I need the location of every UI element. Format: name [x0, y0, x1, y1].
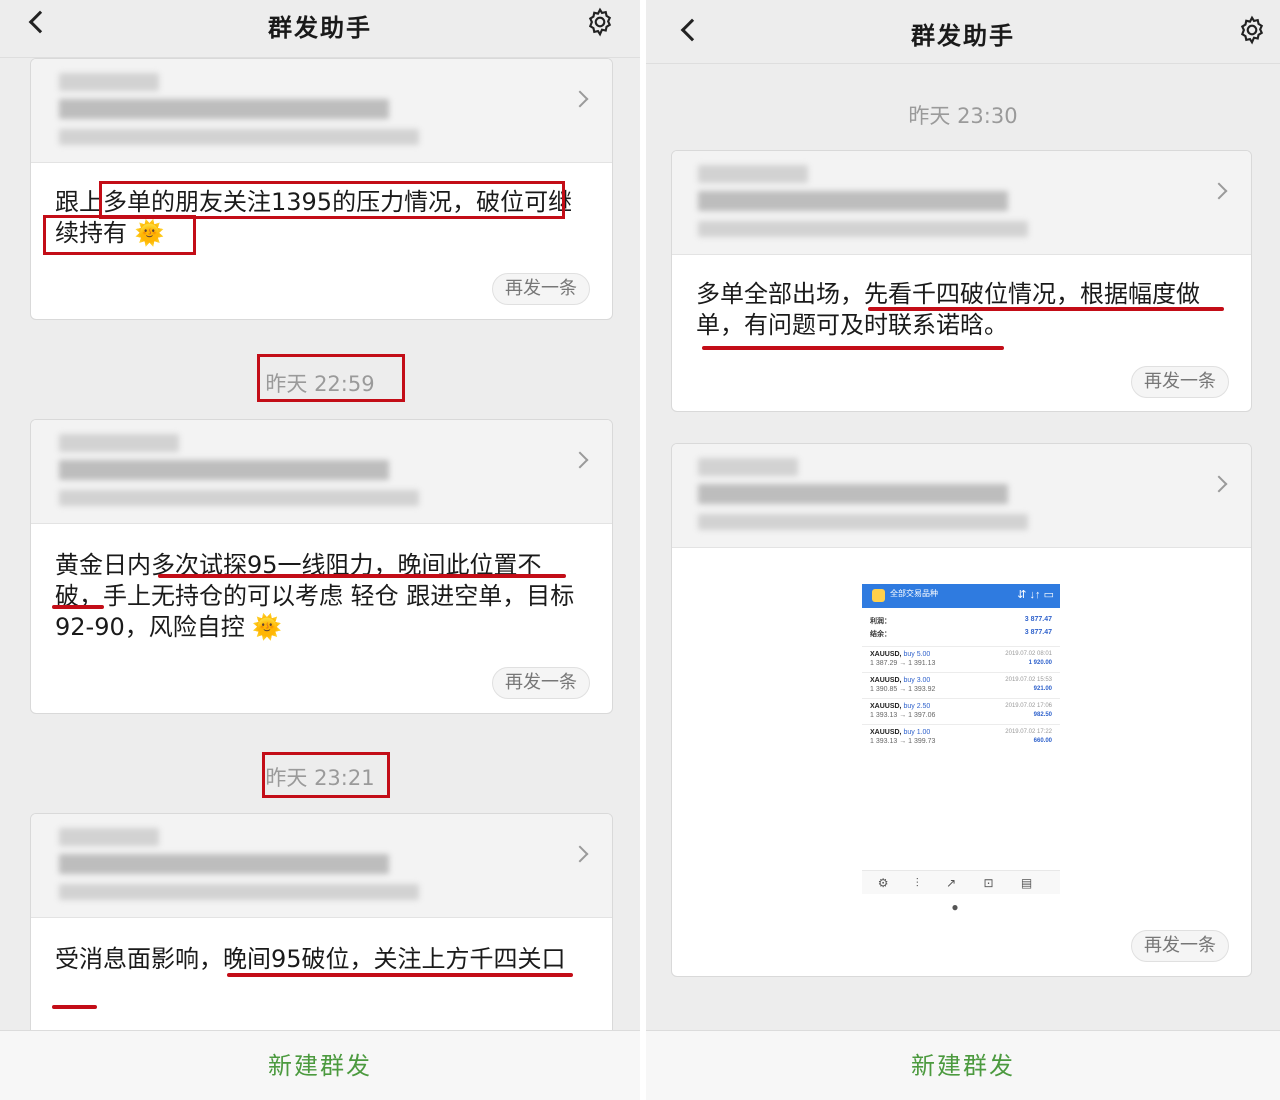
- message-card: 多单全部出场，先看千四破位情况，根据幅度做单，有问题可及时联系诺晗。 再发一条: [671, 150, 1252, 412]
- nav-header: 群发助手: [0, 0, 640, 58]
- chevron-right-icon: [1210, 182, 1228, 200]
- recipient-list-blurred[interactable]: [672, 444, 1251, 548]
- recipient-list-blurred[interactable]: [31, 814, 612, 918]
- equity-row: 结余： 3 877.47: [870, 629, 1052, 638]
- trade-row: XAUUSD, buy 2.50 1 393.13 → 1 397.06 201…: [862, 698, 1060, 724]
- gear-icon[interactable]: [584, 6, 616, 38]
- underline-mark: [52, 605, 104, 609]
- recipient-list-blurred[interactable]: [31, 59, 612, 163]
- screenshot-header-label: 全部交易品种: [890, 589, 938, 598]
- message-text: 黄金日内多次试探95一线阻力，晚间此位置不破，手上无持仓的可以考虑 轻仓 跟进空…: [55, 551, 575, 641]
- recipient-list-blurred[interactable]: [672, 151, 1251, 255]
- chevron-right-icon: [571, 451, 589, 469]
- message-text: 受消息面影响，晚间95破位，关注上方千四关口: [55, 945, 566, 973]
- screenshot-bottom-toolbar: ⚙ ⫶ ↗ ⊡ ▤ ●: [862, 870, 1060, 914]
- resend-button[interactable]: 再发一条: [492, 273, 590, 305]
- underline-mark: [158, 574, 566, 578]
- chevron-right-icon: [571, 90, 589, 108]
- profit-row: 利润： 3 877.47: [870, 616, 1052, 625]
- message-card: 黄金日内多次试探95一线阻力，晚间此位置不破，手上无持仓的可以考虑 轻仓 跟进空…: [30, 419, 613, 714]
- page-title: 群发助手: [911, 22, 1015, 50]
- trade-row: XAUUSD, buy 1.00 1 393.13 → 1 399.73 201…: [862, 724, 1060, 750]
- highlight-box: [43, 215, 196, 255]
- message-card: 全部交易品种 ⇵ ↓↑ ▭ 利润： 3 877.47 结余： 3 877.47 …: [671, 443, 1252, 977]
- gear-icon[interactable]: [1236, 14, 1268, 46]
- trade-row: XAUUSD, buy 5.00 1 387.29 → 1 391.13 201…: [862, 646, 1060, 672]
- timestamp: 昨天 23:30: [908, 104, 1018, 128]
- underline-mark: [702, 346, 1004, 350]
- recipient-list-blurred[interactable]: [31, 420, 612, 524]
- left-chat-panel: 群发助手 跟上多单的朋友关注1395的压力情况，破位可继续持有 🌞 再发一条 昨…: [0, 0, 640, 1100]
- chevron-right-icon: [1210, 475, 1228, 493]
- message-card: 受消息面影响，晚间95破位，关注上方千四关口: [30, 813, 613, 1053]
- new-broadcast-button[interactable]: 新建群发: [0, 1030, 640, 1100]
- highlight-box: [262, 752, 390, 798]
- underline-mark: [52, 1005, 97, 1009]
- new-broadcast-button[interactable]: 新建群发: [646, 1030, 1280, 1100]
- resend-button[interactable]: 再发一条: [1131, 930, 1229, 962]
- resend-button[interactable]: 再发一条: [492, 667, 590, 699]
- underline-mark: [868, 307, 1224, 311]
- trade-row: XAUUSD, buy 3.00 1 390.85 → 1 393.92 201…: [862, 672, 1060, 698]
- highlight-box: [99, 181, 565, 219]
- screenshot-header: 全部交易品种 ⇵ ↓↑ ▭: [862, 584, 1060, 608]
- toolbar-icons: ⇵ ↓↑ ▭: [1017, 589, 1054, 601]
- highlight-box: [257, 354, 405, 402]
- resend-button[interactable]: 再发一条: [1131, 366, 1229, 398]
- underline-mark: [227, 973, 573, 977]
- app-logo-icon: [872, 589, 885, 602]
- trade-screenshot-image[interactable]: 全部交易品种 ⇵ ↓↑ ▭ 利润： 3 877.47 结余： 3 877.47 …: [862, 584, 1060, 914]
- nav-header: 群发助手: [646, 0, 1280, 64]
- chevron-right-icon: [571, 845, 589, 863]
- right-chat-panel: 群发助手 昨天 23:30 多单全部出场，先看千四破位情况，根据幅度做单，有问题…: [646, 0, 1280, 1100]
- page-title: 群发助手: [268, 14, 372, 42]
